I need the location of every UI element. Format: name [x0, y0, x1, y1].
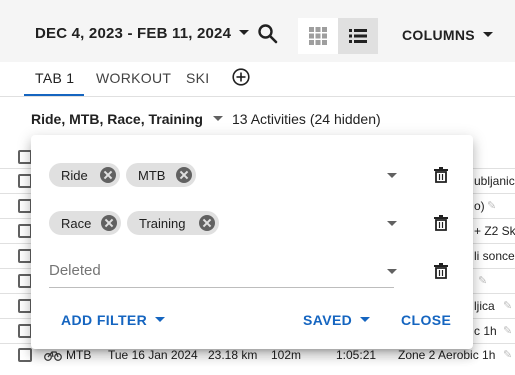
row-name-cell: li sonce	[474, 249, 515, 263]
remove-chip-icon[interactable]	[199, 215, 215, 231]
activity-distance: 23.18 km	[208, 348, 258, 362]
remove-chip-icon[interactable]	[101, 215, 117, 231]
row-name-cell: o)	[474, 199, 485, 213]
chip-label: Training	[139, 215, 186, 231]
close-button[interactable]: CLOSE	[401, 312, 451, 328]
select-underline	[49, 287, 394, 288]
add-filter-label: ADD FILTER	[61, 312, 148, 328]
grid-view-button[interactable]	[298, 18, 338, 54]
chip-label: MTB	[138, 167, 166, 183]
list-view-button[interactable]	[338, 18, 378, 54]
filter-row: Ride MTB	[31, 158, 473, 192]
activity-count: 13 Activities (24 hidden)	[232, 111, 381, 127]
remove-chip-icon[interactable]	[100, 167, 116, 183]
activity-elevation: 102m	[271, 348, 302, 362]
filter-chip[interactable]: MTB	[126, 163, 196, 187]
add-filter-button[interactable]: ADD FILTER	[61, 312, 166, 328]
filter-popup: Ride MTB Race Training Deleted ADD FILTE…	[31, 135, 473, 349]
edit-pencil-icon[interactable]: ✎	[478, 274, 487, 287]
filter-row: Deleted	[31, 254, 473, 288]
saved-label: SAVED	[303, 312, 353, 328]
tab-bar: TAB 1 WORKOUT SKI	[0, 62, 515, 96]
filter-chip[interactable]: Race	[49, 211, 121, 235]
top-toolbar: DEC 4, 2023 - FEB 11, 2024 COLUMNS	[0, 0, 515, 62]
edit-pencil-icon[interactable]: ✎	[503, 324, 512, 337]
activity-time: 1:05:21	[336, 348, 377, 362]
chevron-down-icon	[360, 316, 371, 322]
chevron-down-icon	[482, 31, 493, 37]
trash-icon[interactable]	[434, 263, 448, 279]
row-checkbox[interactable]	[18, 348, 32, 362]
filter-chip[interactable]: Ride	[49, 163, 120, 187]
row-checkbox[interactable]	[18, 299, 32, 313]
saved-button[interactable]: SAVED	[303, 312, 371, 328]
chip-label: Ride	[61, 167, 88, 183]
row-checkbox[interactable]	[18, 274, 32, 288]
activity-date: Tue 16 Jan 2024	[108, 348, 198, 362]
chevron-down-icon[interactable]	[387, 173, 397, 178]
row-name-cell: ubljanic	[474, 174, 515, 188]
chevron-down-icon	[239, 29, 250, 35]
tab-workout[interactable]: WORKOUT	[96, 70, 171, 86]
row-name-cell: + Z2 Sko	[474, 224, 515, 238]
grid-view-icon	[309, 27, 327, 45]
activity-type: MTB	[66, 348, 92, 362]
edit-pencil-icon[interactable]: ✎	[503, 348, 512, 361]
row-checkbox[interactable]	[18, 224, 32, 238]
search-icon	[258, 24, 278, 44]
deleted-select[interactable]: Deleted	[49, 262, 101, 279]
remove-chip-icon[interactable]	[176, 167, 192, 183]
tabs-divider	[0, 96, 515, 97]
trash-icon[interactable]	[434, 167, 448, 183]
columns-button[interactable]: COLUMNS	[402, 27, 493, 43]
row-checkbox[interactable]	[18, 150, 32, 164]
edit-pencil-icon[interactable]: ✎	[487, 199, 496, 212]
add-circle-icon	[232, 68, 250, 86]
activity-name[interactable]: Zone 2 Aerobic 1h	[398, 348, 495, 362]
chevron-down-icon	[155, 316, 166, 322]
search-button[interactable]	[256, 22, 280, 46]
chevron-down-icon[interactable]	[387, 269, 397, 274]
add-tab-button[interactable]	[232, 68, 250, 86]
row-checkbox[interactable]	[18, 324, 32, 338]
row-checkbox[interactable]	[18, 199, 32, 213]
row-checkbox[interactable]	[18, 249, 32, 263]
filter-chip[interactable]: Training	[127, 211, 219, 235]
date-range-label: DEC 4, 2023 - FEB 11, 2024	[35, 25, 232, 42]
row-name-cell: ljica	[474, 299, 495, 313]
chevron-down-icon	[212, 115, 223, 121]
trash-icon[interactable]	[434, 215, 448, 231]
filter-row: Race Training	[31, 206, 473, 240]
row-checkbox[interactable]	[18, 174, 32, 188]
filter-summary-dropdown[interactable]: Ride, MTB, Race, Training	[31, 111, 223, 127]
columns-label: COLUMNS	[402, 27, 475, 43]
filter-summary-label: Ride, MTB, Race, Training	[31, 111, 203, 127]
bike-icon	[44, 351, 62, 361]
chevron-down-icon[interactable]	[387, 221, 397, 226]
tab-tab-1[interactable]: TAB 1	[35, 70, 74, 86]
list-view-icon	[349, 29, 367, 43]
row-name-cell: c 1h	[474, 324, 497, 338]
chip-label: Race	[61, 215, 92, 231]
tab-ski[interactable]: SKI	[186, 70, 209, 86]
date-range-selector[interactable]: DEC 4, 2023 - FEB 11, 2024	[35, 25, 250, 42]
edit-pencil-icon[interactable]: ✎	[503, 299, 512, 312]
